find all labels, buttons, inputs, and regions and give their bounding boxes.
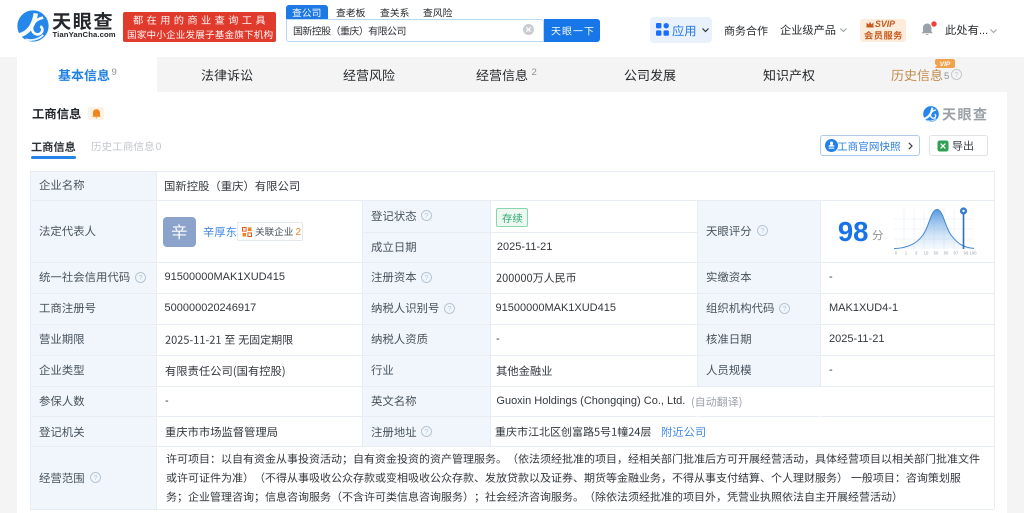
svg-text:97: 97 [954, 251, 959, 256]
svg-text:100: 100 [970, 251, 978, 256]
svg-text:80: 80 [944, 251, 949, 256]
svg-text:50: 50 [934, 251, 939, 256]
svg-text:?: ? [139, 273, 143, 282]
svg-text:?: ? [93, 473, 97, 482]
svg-text:VIP: VIP [939, 61, 950, 68]
svg-text:0: 0 [895, 251, 898, 256]
svg-text:?: ? [760, 226, 764, 235]
svg-text:?: ? [955, 72, 959, 79]
svg-text:99: 99 [964, 251, 969, 256]
svg-text:?: ? [425, 211, 429, 220]
svg-text:3: 3 [915, 251, 918, 256]
svg-text:?: ? [425, 273, 429, 282]
svg-text:?: ? [447, 304, 451, 313]
svg-text:1: 1 [905, 251, 908, 256]
svg-text:10: 10 [924, 251, 929, 256]
svg-text:?: ? [783, 304, 787, 313]
svg-text:?: ? [425, 427, 429, 436]
